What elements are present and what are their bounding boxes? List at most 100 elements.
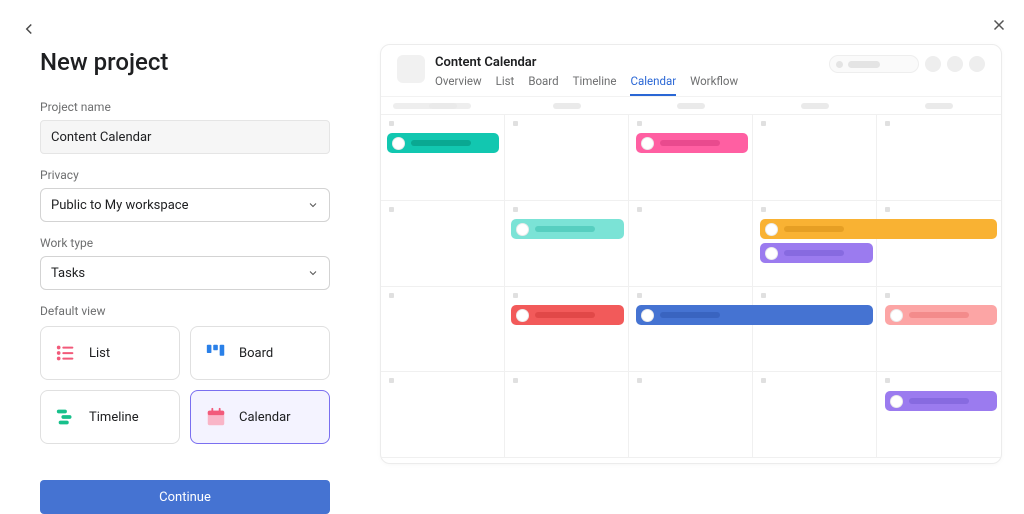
avatar: [641, 309, 654, 322]
event-title-skeleton: [535, 226, 595, 232]
preview-toolbar-skeleton: [829, 55, 985, 73]
skeleton-avatar: [969, 56, 985, 72]
view-option-label: List: [89, 346, 110, 361]
day-marker: [885, 121, 890, 126]
calendar-cell: [505, 201, 629, 287]
calendar-cell: [505, 115, 629, 201]
page-title: New project: [40, 48, 330, 76]
privacy-select[interactable]: Public to My workspace: [40, 188, 330, 222]
calendar-cell: [381, 201, 505, 287]
default-view-label: Default view: [40, 304, 330, 318]
tab-list[interactable]: List: [496, 74, 515, 96]
board-icon: [205, 342, 227, 364]
calendar-cell: [753, 115, 877, 201]
tab-overview[interactable]: Overview: [435, 74, 482, 96]
event-title-skeleton: [784, 226, 844, 232]
day-marker: [761, 378, 766, 383]
calendar-cell: [629, 115, 753, 201]
day-header-skeleton: [429, 103, 457, 109]
day-marker: [389, 293, 394, 298]
day-marker: [389, 121, 394, 126]
event-title-skeleton: [535, 312, 595, 318]
avatar: [890, 395, 903, 408]
tab-board[interactable]: Board: [528, 74, 558, 96]
day-marker: [637, 207, 642, 212]
event-title-skeleton: [411, 140, 471, 146]
close-button[interactable]: [990, 16, 1008, 34]
calendar-cell: [629, 201, 753, 287]
calendar-cell: [753, 287, 877, 373]
avatar: [641, 137, 654, 150]
calendar-cell: [753, 372, 877, 458]
tab-workflow[interactable]: Workflow: [690, 74, 738, 96]
day-header-skeleton: [677, 103, 705, 109]
view-option-calendar[interactable]: Calendar: [190, 390, 330, 444]
calendar-event[interactable]: [760, 219, 997, 239]
work-type-select[interactable]: Tasks: [40, 256, 330, 290]
day-marker: [885, 207, 890, 212]
calendar-cell: [877, 115, 1001, 201]
continue-button[interactable]: Continue: [40, 480, 330, 514]
view-option-board[interactable]: Board: [190, 326, 330, 380]
day-marker: [637, 121, 642, 126]
calendar-event[interactable]: [511, 305, 623, 325]
day-marker: [761, 207, 766, 212]
day-marker: [637, 378, 642, 383]
calendar-event[interactable]: [760, 243, 872, 263]
project-name-label: Project name: [40, 100, 330, 114]
day-header-skeleton: [801, 103, 829, 109]
day-marker: [761, 121, 766, 126]
calendar-cell: [505, 287, 629, 373]
view-option-timeline[interactable]: Timeline: [40, 390, 180, 444]
calendar-event[interactable]: [636, 305, 873, 325]
event-title-skeleton: [909, 398, 969, 404]
calendar-cell: [505, 372, 629, 458]
calendar-cell: [877, 287, 1001, 373]
list-icon: [55, 342, 77, 364]
calendar-cell: [381, 287, 505, 373]
skeleton-bar: [393, 103, 433, 109]
calendar-cell: [629, 287, 753, 373]
calendar-grid: [381, 114, 1001, 458]
work-type-label: Work type: [40, 236, 330, 250]
day-marker: [513, 378, 518, 383]
calendar-event[interactable]: [885, 391, 997, 411]
event-title-skeleton: [909, 312, 969, 318]
day-marker: [885, 293, 890, 298]
avatar: [765, 223, 778, 236]
view-option-label: Timeline: [89, 410, 139, 425]
calendar-icon: [205, 406, 227, 428]
day-marker: [389, 207, 394, 212]
calendar-event[interactable]: [636, 133, 748, 153]
project-icon-placeholder: [397, 55, 425, 83]
calendar-cell: [877, 201, 1001, 287]
tab-calendar[interactable]: Calendar: [630, 74, 676, 96]
avatar: [392, 137, 405, 150]
avatar: [765, 247, 778, 260]
event-title-skeleton: [660, 140, 720, 146]
privacy-value: Public to My workspace: [51, 198, 188, 213]
back-button[interactable]: [20, 20, 38, 38]
view-option-list[interactable]: List: [40, 326, 180, 380]
timeline-icon: [55, 406, 77, 428]
project-name-input[interactable]: [40, 120, 330, 154]
day-marker: [761, 293, 766, 298]
calendar-event[interactable]: [511, 219, 623, 239]
day-marker: [637, 293, 642, 298]
day-marker: [885, 378, 890, 383]
day-marker: [513, 207, 518, 212]
day-marker: [389, 378, 394, 383]
skeleton-avatar: [925, 56, 941, 72]
avatar: [890, 309, 903, 322]
calendar-event[interactable]: [885, 305, 997, 325]
chevron-down-icon: [307, 267, 319, 279]
view-option-label: Board: [239, 346, 273, 361]
view-option-label: Calendar: [239, 410, 291, 425]
close-icon: [990, 16, 1008, 34]
calendar-cell: [381, 115, 505, 201]
skeleton-avatar: [947, 56, 963, 72]
calendar-event[interactable]: [387, 133, 499, 153]
avatar: [516, 223, 529, 236]
tab-timeline[interactable]: Timeline: [573, 74, 617, 96]
day-header-skeleton: [553, 103, 581, 109]
